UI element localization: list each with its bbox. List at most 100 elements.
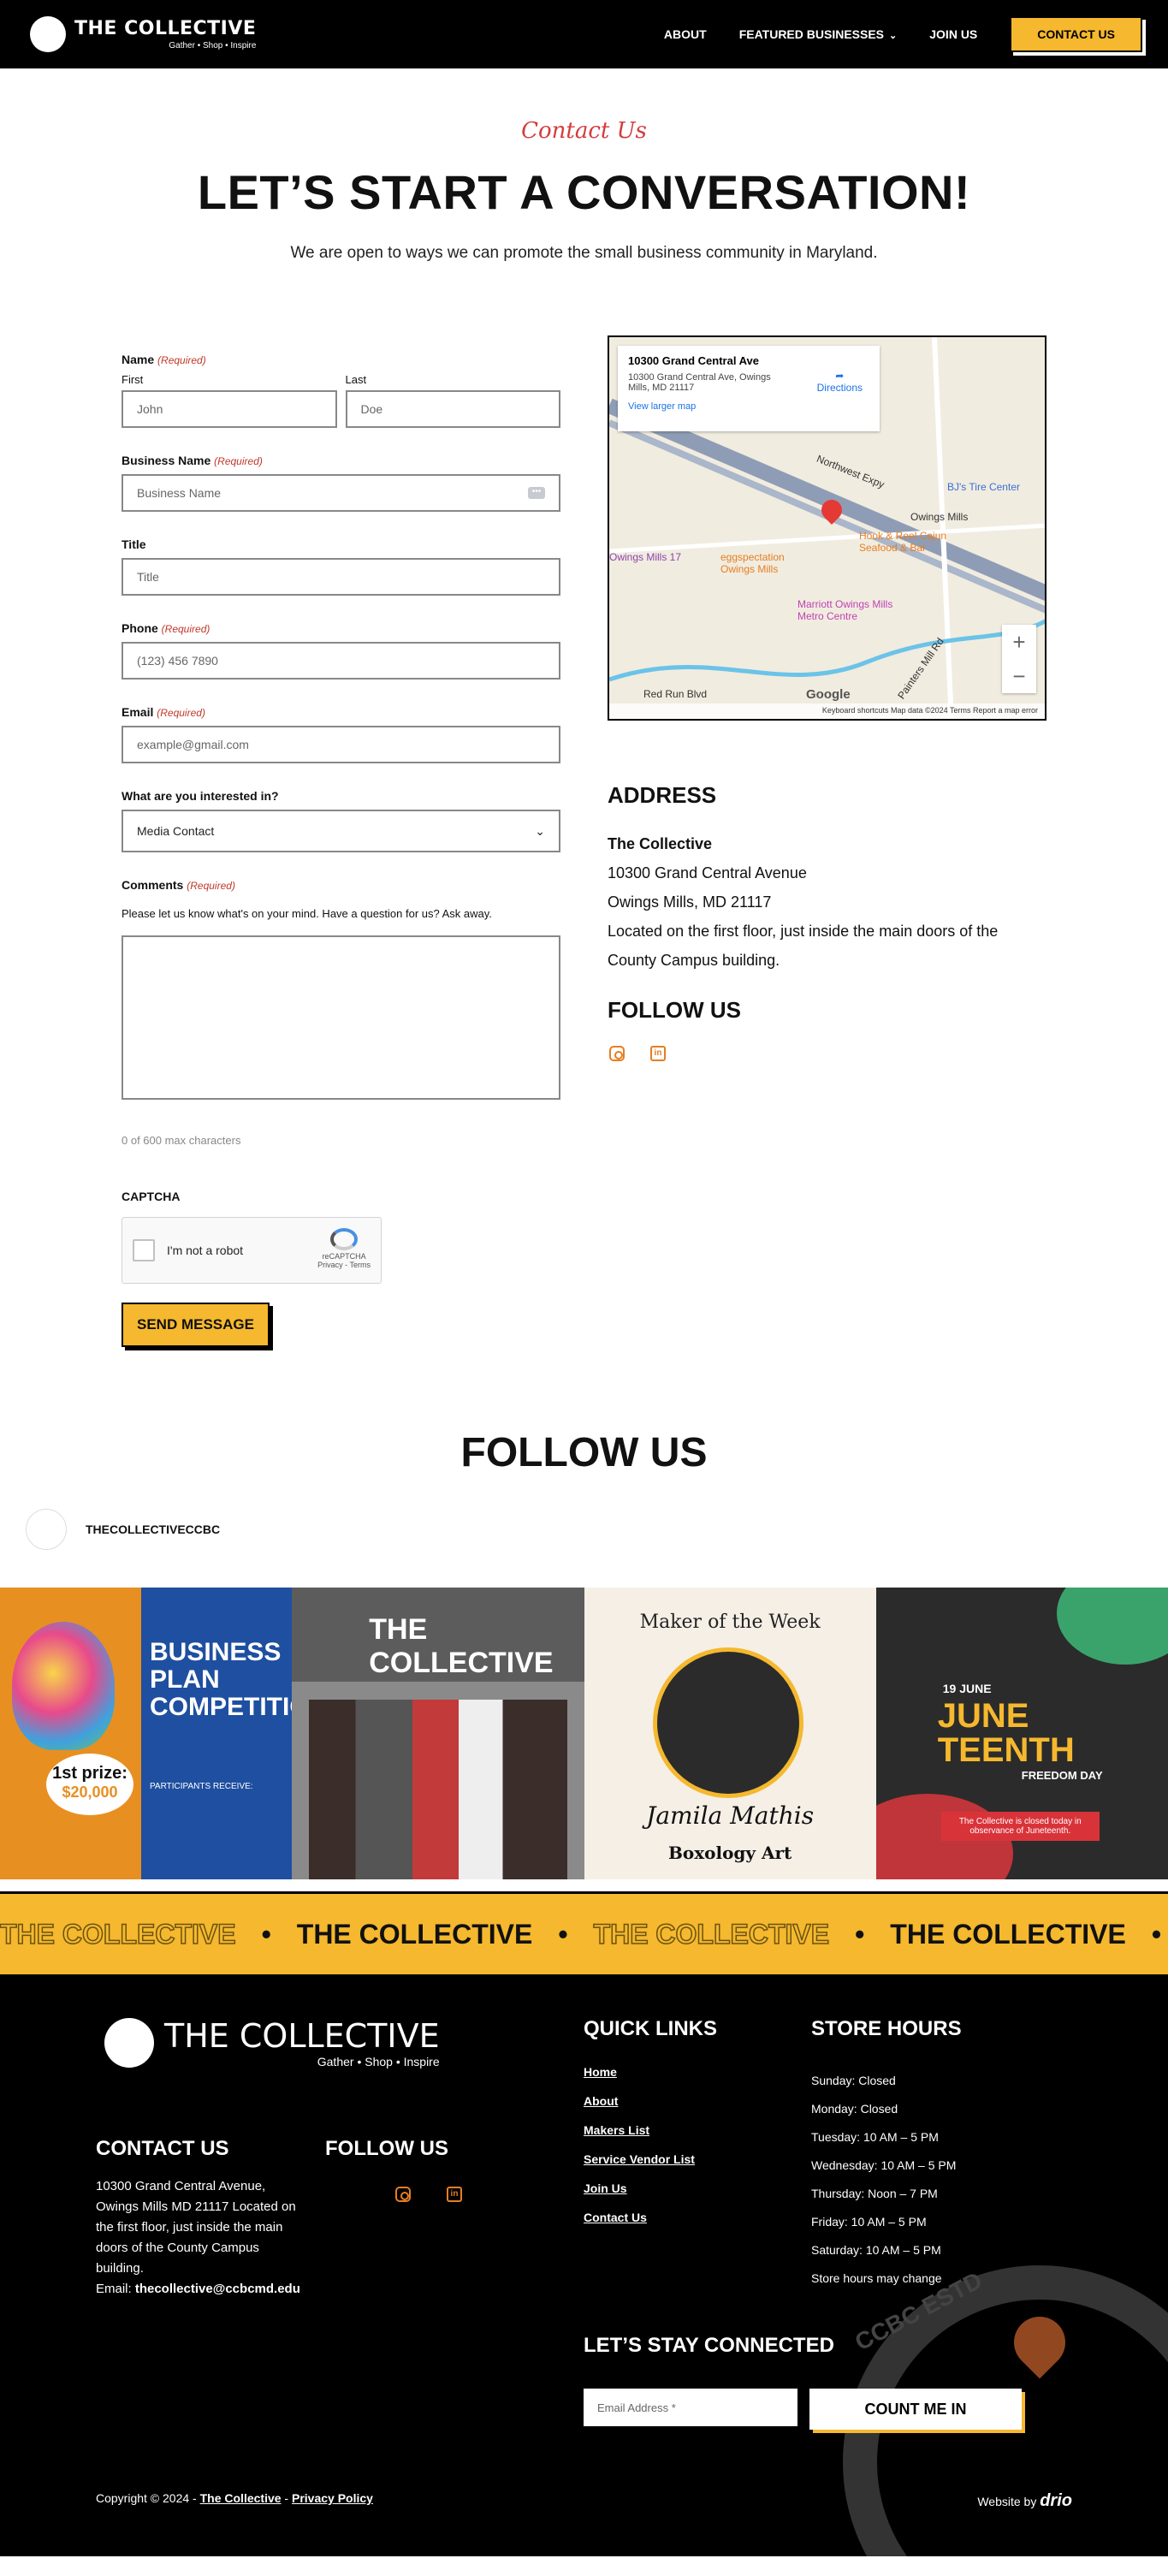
address-line2: Owings Mills, MD 21117 — [608, 893, 772, 911]
directions-icon: ➦ — [835, 370, 845, 382]
website-credit: Website by drio — [977, 2491, 1072, 2510]
zoom-in-button[interactable]: + — [1002, 625, 1036, 659]
social-links: in — [608, 1046, 1046, 1061]
nav-featured-businesses[interactable]: FEATURED BUSINESSES ⌄ — [739, 27, 898, 41]
linkedin-icon[interactable]: in — [650, 1046, 666, 1061]
email-input[interactable]: example@gmail.com — [122, 726, 560, 763]
post-date: 19 JUNE — [942, 1682, 992, 1695]
quick-link-about[interactable]: About — [584, 2094, 717, 2108]
map-footer[interactable]: Keyboard shortcuts Map data ©2024 Terms … — [609, 703, 1045, 719]
recaptcha-icon — [330, 1228, 359, 1250]
instagram-icon[interactable] — [609, 1046, 625, 1061]
copyright-link[interactable]: The Collective — [200, 2491, 282, 2505]
phone-input[interactable]: (123) 456 7890 — [122, 642, 560, 680]
logo-title: THE COLLECTIVE — [74, 18, 257, 39]
post-perks: PARTICIPANTS RECEIVE: — [150, 1782, 253, 1791]
info-column: Northwest Expy Hook & Reel Cajun Seafood… — [608, 335, 1046, 1347]
interest-selected-value: Media Contact — [137, 824, 215, 838]
newsletter-heading: LET’S STAY CONNECTED — [584, 2334, 834, 2357]
marquee-separator: • — [1151, 1918, 1162, 1950]
count-me-in-button[interactable]: COUNT ME IN — [809, 2389, 1022, 2430]
directions-link[interactable]: ➦ Directions — [817, 370, 863, 394]
recaptcha-links[interactable]: Privacy - Terms — [317, 1261, 371, 1269]
hours-row: Sunday: Closed — [811, 2074, 896, 2087]
quick-link-contact[interactable]: Contact Us — [584, 2211, 717, 2224]
store-hours: STORE HOURS Sunday: Closed Monday: Close… — [811, 2017, 962, 2300]
site-logo[interactable]: THE COLLECTIVE Gather • Shop • Inspire — [30, 16, 256, 52]
feed-title: FOLLOW US — [460, 1430, 708, 1475]
nav-about[interactable]: ABOUT — [664, 27, 707, 41]
map-zoom-controls: + − — [1002, 625, 1036, 693]
feed-post[interactable]: Maker of the Week Jamila Mathis Boxology… — [584, 1588, 876, 1879]
footer-logo[interactable]: THE COLLECTIVE Gather • Shop • Inspire — [104, 2017, 440, 2069]
post-subtitle: FREEDOM DAY — [1021, 1769, 1103, 1782]
hero-eyebrow: Contact Us — [521, 118, 647, 144]
last-name-input[interactable]: Doe — [345, 390, 560, 428]
feed-post[interactable]: 1st prize: $20,000 BUSINESS PLAN COMPETI… — [0, 1588, 293, 1879]
footer-logo-tagline: Gather • Shop • Inspire — [317, 2055, 440, 2069]
quick-link-makers[interactable]: Makers List — [584, 2123, 717, 2137]
follow-heading: FOLLOW US — [608, 997, 741, 1023]
send-message-button[interactable]: SEND MESSAGE — [122, 1303, 270, 1347]
quick-link-home[interactable]: Home — [584, 2065, 717, 2079]
recaptcha-checkbox[interactable] — [133, 1239, 155, 1261]
footer-contact: CONTACT US 10300 Grand Central Avenue, O… — [96, 2137, 301, 2300]
marquee-item: THE COLLECTIVE — [890, 1918, 1126, 1950]
hours-note: Store hours may change — [811, 2271, 942, 2285]
hours-row: Wednesday: 10 AM – 5 PM — [811, 2158, 957, 2172]
recaptcha-text: I'm not a robot — [167, 1243, 244, 1257]
nav-contact-button[interactable]: CONTACT US — [1010, 16, 1142, 52]
first-name-input[interactable]: John — [122, 390, 337, 428]
quick-links-heading: QUICK LINKS — [584, 2017, 717, 2040]
copyright: Copyright © 2024 - The Collective - Priv… — [96, 2491, 373, 2505]
store-hours-heading: STORE HOURS — [811, 2017, 962, 2040]
quick-link-vendors[interactable]: Service Vendor List — [584, 2152, 717, 2166]
map-label: Marriott Owings Mills Metro Centre — [797, 598, 893, 622]
post-title: BUSINESS PLAN COMPETITION — [150, 1638, 292, 1721]
business-name-input[interactable]: Business Name ••• — [122, 474, 560, 512]
title-input[interactable]: Title — [122, 558, 560, 596]
hours-row: Tuesday: 10 AM – 5 PM — [811, 2130, 939, 2144]
site-header: THE COLLECTIVE Gather • Shop • Inspire A… — [0, 0, 1168, 68]
footer-follow: FOLLOW US in — [325, 2137, 462, 2202]
character-counter: 0 of 600 max characters — [122, 1134, 241, 1147]
captcha-label: CAPTCHA — [122, 1190, 181, 1203]
autofill-icon[interactable]: ••• — [528, 487, 545, 499]
avatar — [26, 1509, 67, 1550]
phone-label: Phone (Required) — [122, 621, 210, 635]
view-larger-map-link[interactable]: View larger map — [628, 401, 869, 412]
google-map[interactable]: Northwest Expy Hook & Reel Cajun Seafood… — [608, 335, 1046, 721]
nav-join-us[interactable]: JOIN US — [929, 27, 977, 41]
newsletter-email-input[interactable]: Email Address * — [584, 2389, 797, 2426]
instagram-icon[interactable] — [395, 2187, 411, 2202]
map-label: eggspectation Owings Mills — [720, 551, 785, 575]
newsletter: LET’S STAY CONNECTED Email Address * COU… — [584, 2334, 1022, 2430]
hours-row: Saturday: 10 AM – 5 PM — [811, 2243, 941, 2257]
instagram-account[interactable]: THECOLLECTIVECCBC — [0, 1509, 1168, 1550]
address-heading: ADDRESS — [608, 782, 717, 808]
agency-logo[interactable]: drio — [1040, 2491, 1072, 2510]
post-title: JUNE TEENTH — [937, 1697, 1075, 1769]
footer-email-link[interactable]: thecollective@ccbcmd.edu — [135, 2282, 300, 2296]
map-label: Owings Mills — [910, 511, 969, 523]
group-photo — [309, 1700, 567, 1879]
last-name-label: Last — [345, 373, 367, 386]
zoom-out-button[interactable]: − — [1002, 659, 1036, 693]
comments-hint: Please let us know what's on your mind. … — [122, 907, 492, 920]
feed-post[interactable]: THE COLLECTIVE — [292, 1588, 584, 1879]
interest-select[interactable]: Media Contact ⌄ — [122, 810, 560, 852]
site-footer: CCBC ESTD THE COLLECTIVE Gather • Shop •… — [0, 1974, 1168, 2556]
closure-note: The Collective is closed today in observ… — [940, 1812, 1100, 1841]
quick-link-join[interactable]: Join Us — [584, 2181, 717, 2195]
address-line1: 10300 Grand Central Avenue — [608, 864, 807, 881]
feed-post[interactable]: 19 JUNE JUNE TEENTH FREEDOM DAY The Coll… — [875, 1588, 1168, 1879]
address-name: The Collective — [608, 835, 713, 852]
marquee-separator: • — [558, 1918, 568, 1950]
marquee-item: THE COLLECTIVE — [296, 1918, 533, 1950]
instagram-handle: THECOLLECTIVECCBC — [86, 1522, 221, 1536]
map-label: Hook & Reel Cajun Seafood & Bar — [859, 530, 947, 554]
page-title: LET’S START A CONVERSATION! — [197, 165, 971, 219]
linkedin-icon[interactable]: in — [447, 2187, 462, 2202]
comments-textarea[interactable] — [122, 935, 560, 1100]
privacy-policy-link[interactable]: Privacy Policy — [292, 2491, 373, 2505]
